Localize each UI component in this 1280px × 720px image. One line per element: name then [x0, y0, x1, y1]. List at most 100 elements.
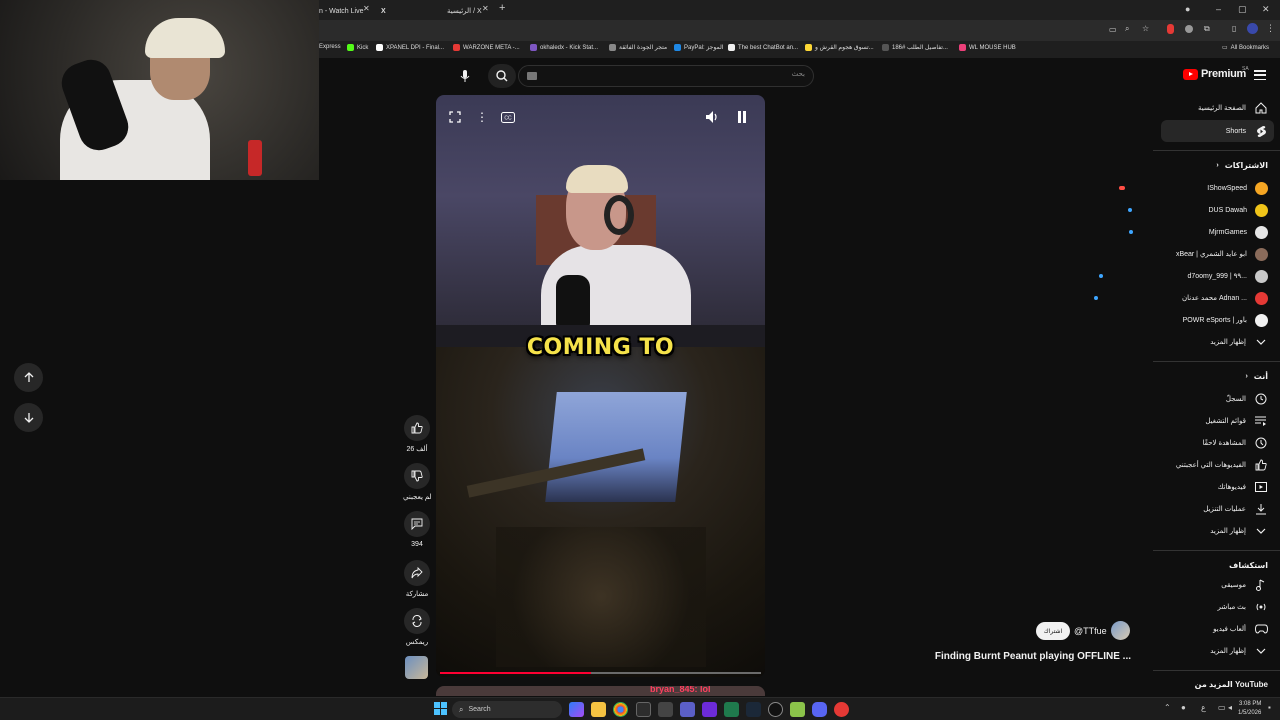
- comments-action[interactable]: 394: [403, 511, 431, 548]
- tab-kick[interactable]: n - Watch Live: [319, 3, 379, 19]
- file-explorer-icon[interactable]: [591, 702, 606, 717]
- sidebar-item-subscription[interactable]: d7oomy_999 | ٩٩...: [1099, 266, 1268, 286]
- minimize-icon[interactable]: –: [1216, 4, 1221, 14]
- sidebar-icon[interactable]: ▯: [1232, 24, 1236, 33]
- sidebar-item-history[interactable]: السجلّ: [1226, 389, 1268, 409]
- close-window-icon[interactable]: ✕: [1262, 4, 1270, 15]
- chrome-icon[interactable]: [613, 702, 628, 717]
- bookmark-item[interactable]: تسوق هجوم القرش و...: [805, 44, 874, 51]
- share-action[interactable]: مشاركة: [403, 560, 431, 598]
- youtube-premium-logo[interactable]: Premium SA: [1183, 66, 1249, 80]
- sidebar-item-liked-videos[interactable]: الفيديوهات التي أعجبتني: [1176, 455, 1268, 475]
- all-bookmarks[interactable]: ▭ All Bookmarks: [1222, 44, 1269, 52]
- close-tab-icon[interactable]: ✕: [482, 4, 489, 13]
- next-short-button[interactable]: [14, 403, 43, 432]
- bookmark-item[interactable]: تفاصيل الطلب #186...: [882, 44, 948, 51]
- discord-icon[interactable]: [812, 702, 827, 717]
- sidebar-item-subscription[interactable]: POWR eSports | باور: [1183, 310, 1268, 330]
- dislike-button[interactable]: [404, 463, 430, 489]
- previous-short-button[interactable]: [14, 363, 43, 392]
- cast-icon[interactable]: ▭: [1109, 25, 1117, 34]
- tray-chevron-icon[interactable]: ⌃: [1164, 703, 1171, 712]
- captions-button[interactable]: CC: [498, 107, 518, 127]
- channel-thumbnail[interactable]: [405, 656, 428, 679]
- extension-icon[interactable]: [1167, 24, 1174, 34]
- channel-handle[interactable]: @TTfue: [1074, 626, 1107, 636]
- tab-x-arabic[interactable]: الرئيسية / X: [447, 3, 497, 19]
- system-clock[interactable]: 3:08 PM 1/5/2026: [1238, 700, 1261, 718]
- sidebar-item-subscription[interactable]: IShowSpeed: [1119, 178, 1268, 198]
- hamburger-menu-icon[interactable]: [1254, 70, 1266, 80]
- close-tab-icon[interactable]: ✕: [363, 4, 370, 13]
- app-icon[interactable]: [768, 702, 783, 717]
- sidebar-show-more[interactable]: إظهار المزيد: [1210, 521, 1268, 541]
- voice-search-button[interactable]: [453, 64, 477, 88]
- bookmark-item[interactable]: Express: [319, 44, 341, 50]
- sidebar-item-subscription[interactable]: محمد عدنان Adnan ...: [1094, 288, 1268, 308]
- next-short-preview[interactable]: bryan_845: lol: [436, 686, 765, 696]
- app-icon[interactable]: [658, 702, 673, 717]
- sidebar-item-live[interactable]: بث مباشر: [1218, 597, 1269, 617]
- sidebar-item-gaming[interactable]: ألعاب فيديو: [1213, 619, 1268, 639]
- language-indicator[interactable]: ع: [1201, 703, 1206, 712]
- app-icon[interactable]: [636, 702, 651, 717]
- windows-start-icon[interactable]: [434, 702, 449, 717]
- app-icon[interactable]: [724, 702, 739, 717]
- profile-icon[interactable]: ●: [1185, 4, 1190, 14]
- bookmark-star-icon[interactable]: ☆: [1142, 24, 1149, 33]
- app-icon[interactable]: [702, 702, 717, 717]
- copilot-icon[interactable]: [569, 702, 584, 717]
- pause-button[interactable]: [732, 107, 752, 127]
- sidebar-show-more[interactable]: إظهار المزيد: [1210, 332, 1268, 352]
- subscribe-button[interactable]: اشتراك: [1036, 622, 1070, 640]
- sidebar-item-your-videos[interactable]: فيديوهاتك: [1218, 477, 1268, 497]
- video-progress-bar[interactable]: [440, 672, 761, 674]
- video-title[interactable]: Finding Burnt Peanut playing OFFLINE ...: [900, 651, 1131, 662]
- notifications-icon[interactable]: ▪: [1268, 703, 1271, 712]
- app-icon[interactable]: [790, 702, 805, 717]
- sidebar-item-music[interactable]: موسيقى: [1221, 575, 1268, 595]
- extension-icon[interactable]: [1185, 25, 1193, 33]
- remix-action[interactable]: ريمكس: [403, 608, 431, 646]
- app-icon[interactable]: [680, 702, 695, 717]
- like-action[interactable]: 26 ألف: [403, 415, 431, 453]
- bookmark-item[interactable]: Kick: [347, 44, 368, 51]
- sidebar-item-subscription[interactable]: xBear | ابو عايد الشمري: [1176, 244, 1268, 264]
- bookmark-item[interactable]: متجر الجودة الفائقة: [609, 44, 667, 51]
- you-heading[interactable]: › أنت: [1245, 372, 1268, 381]
- comments-button[interactable]: [404, 511, 430, 537]
- steam-icon[interactable]: [746, 702, 761, 717]
- profile-avatar[interactable]: [1247, 23, 1258, 34]
- network-icon[interactable]: ▭: [1218, 703, 1226, 712]
- sidebar-item-playlists[interactable]: قوائم التشغيل: [1205, 411, 1268, 431]
- sidebar-show-more[interactable]: إظهار المزيد: [1210, 641, 1268, 661]
- search-button[interactable]: [488, 64, 516, 88]
- extensions-icon[interactable]: ⧉: [1204, 24, 1210, 34]
- fullscreen-button[interactable]: [445, 107, 465, 127]
- bookmark-item[interactable]: WL MOUSE HUB: [959, 44, 1016, 51]
- remix-button[interactable]: [404, 608, 430, 634]
- sidebar-item-subscription[interactable]: MjrmGames: [1128, 222, 1268, 242]
- sidebar-item-home[interactable]: الصفحة الرئيسية: [1198, 98, 1268, 118]
- new-tab-button[interactable]: +: [499, 2, 505, 14]
- menu-kebab-icon[interactable]: ⋮: [1266, 23, 1275, 34]
- share-button[interactable]: [404, 560, 430, 586]
- app-icon[interactable]: [834, 702, 849, 717]
- channel-avatar[interactable]: [1111, 621, 1130, 640]
- shorts-video-player[interactable]: COMING TO ⋮ CC: [436, 95, 765, 677]
- zoom-icon[interactable]: ⌕: [1125, 24, 1129, 34]
- bookmark-item[interactable]: XPANEL DPI - Final...: [376, 44, 444, 51]
- bookmark-item[interactable]: okhaledx - Kick Stat...: [530, 44, 598, 51]
- keyboard-icon[interactable]: [527, 72, 537, 80]
- bookmark-item[interactable]: PayPal: الموجز: [674, 44, 723, 51]
- subscriptions-heading[interactable]: › الاشتراكات: [1216, 161, 1268, 170]
- more-options-button[interactable]: ⋮: [472, 107, 492, 127]
- bookmark-item[interactable]: WARZONE META -...: [453, 44, 520, 51]
- like-button[interactable]: [404, 415, 430, 441]
- sidebar-item-shorts[interactable]: Shorts: [1226, 121, 1268, 141]
- maximize-icon[interactable]: ▢: [1238, 4, 1247, 15]
- dislike-action[interactable]: لم يعجبني: [403, 463, 432, 501]
- volume-button[interactable]: [702, 107, 722, 127]
- search-input[interactable]: بحث: [518, 65, 814, 87]
- tray-mic-icon[interactable]: ●: [1181, 703, 1186, 712]
